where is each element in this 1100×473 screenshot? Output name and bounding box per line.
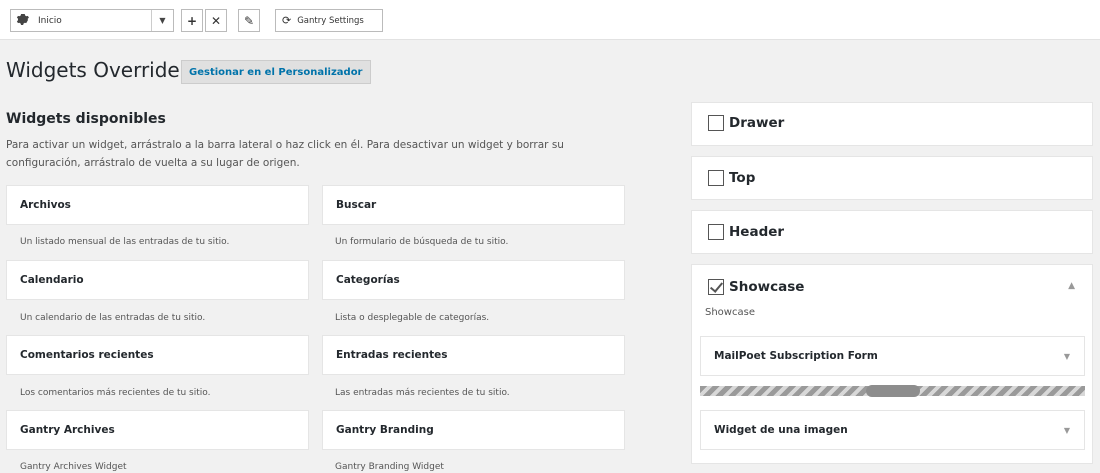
sidebar-header-area[interactable]: Header [691, 210, 1093, 254]
widget-archivos[interactable]: Archivos [6, 185, 309, 225]
available-widgets-description: Para activar un widget, arrástralo a la … [6, 139, 564, 169]
widget-description: Gantry Archives Widget [20, 462, 127, 472]
outline-select-value: Inicio [38, 15, 62, 26]
widget-description: Un calendario de las entradas de tu siti… [20, 313, 206, 323]
checkbox-icon[interactable] [708, 224, 724, 240]
drag-handle[interactable] [866, 385, 920, 397]
sidebar-widget-mailpoet[interactable]: MailPoet Subscription Form ▼ [700, 336, 1085, 376]
widget-buscar[interactable]: Buscar [322, 185, 625, 225]
sidebar-widget-title: MailPoet Subscription Form [714, 350, 878, 362]
sidebar-widget-imagen[interactable]: Widget de una imagen ▼ [700, 410, 1085, 450]
gear-icon [16, 13, 32, 29]
sidebar-drawer[interactable]: Drawer [691, 102, 1093, 146]
manage-customizer-button[interactable]: Gestionar en el Personalizador [181, 60, 371, 84]
page-title: Widgets Override [6, 58, 180, 82]
widget-description: Los comentarios más recientes de tu siti… [20, 388, 211, 398]
widget-description: Lista o desplegable de categorías. [335, 313, 490, 323]
widget-gantry-branding[interactable]: Gantry Branding [322, 410, 625, 450]
sidebar-header[interactable]: Showcase [708, 279, 804, 295]
sidebar-top[interactable]: Top [691, 156, 1093, 200]
widget-description: Un formulario de búsqueda de tu sitio. [335, 237, 509, 247]
sidebar-widget-title: Widget de una imagen [714, 424, 848, 436]
top-toolbar: Inicio ▼ + ✕ ✎ ⟳ Gantry Settings [0, 0, 1100, 40]
edit-button[interactable]: ✎ [238, 9, 260, 32]
delete-button[interactable]: ✕ [205, 9, 227, 32]
checkbox-checked-icon[interactable] [708, 279, 724, 295]
chevron-down-icon[interactable]: ▼ [1064, 352, 1070, 361]
sidebar-label: Header [729, 224, 785, 240]
pencil-icon: ✎ [243, 13, 255, 28]
widget-calendario[interactable]: Calendario [6, 260, 309, 300]
add-button[interactable]: + [181, 9, 203, 32]
checkbox-icon[interactable] [708, 170, 724, 186]
sidebar-description: Showcase [705, 307, 755, 318]
available-widgets-heading: Widgets disponibles [6, 111, 166, 127]
checkbox-icon[interactable] [708, 115, 724, 131]
sidebar-label: Showcase [729, 279, 805, 295]
refresh-icon: ⟳ [282, 14, 292, 27]
widget-gantry-archives[interactable]: Gantry Archives [6, 410, 309, 450]
collapse-icon[interactable]: ▲ [1068, 281, 1075, 291]
outline-select[interactable]: Inicio ▼ [10, 9, 174, 32]
widget-description: Las entradas más recientes de tu sitio. [335, 388, 510, 398]
sidebar-header[interactable]: Header [708, 224, 784, 240]
widget-comentarios-recientes[interactable]: Comentarios recientes [6, 335, 309, 375]
chevron-down-icon[interactable]: ▼ [1064, 426, 1070, 435]
plus-icon: + [186, 13, 198, 28]
sidebar-label: Top [729, 170, 756, 186]
gantry-settings-button[interactable]: ⟳ Gantry Settings [275, 9, 383, 32]
gantry-settings-label: Gantry Settings [297, 15, 364, 26]
widget-description: Un listado mensual de las entradas de tu… [20, 237, 230, 247]
chevron-down-icon[interactable]: ▼ [151, 10, 173, 31]
sidebar-label: Drawer [729, 115, 785, 131]
sidebar-header[interactable]: Top [708, 170, 755, 186]
widget-description: Gantry Branding Widget [335, 462, 444, 472]
sidebar-header[interactable]: Drawer [708, 115, 784, 131]
close-icon: ✕ [210, 13, 222, 28]
widget-categorias[interactable]: Categorías [322, 260, 625, 300]
widget-entradas-recientes[interactable]: Entradas recientes [322, 335, 625, 375]
